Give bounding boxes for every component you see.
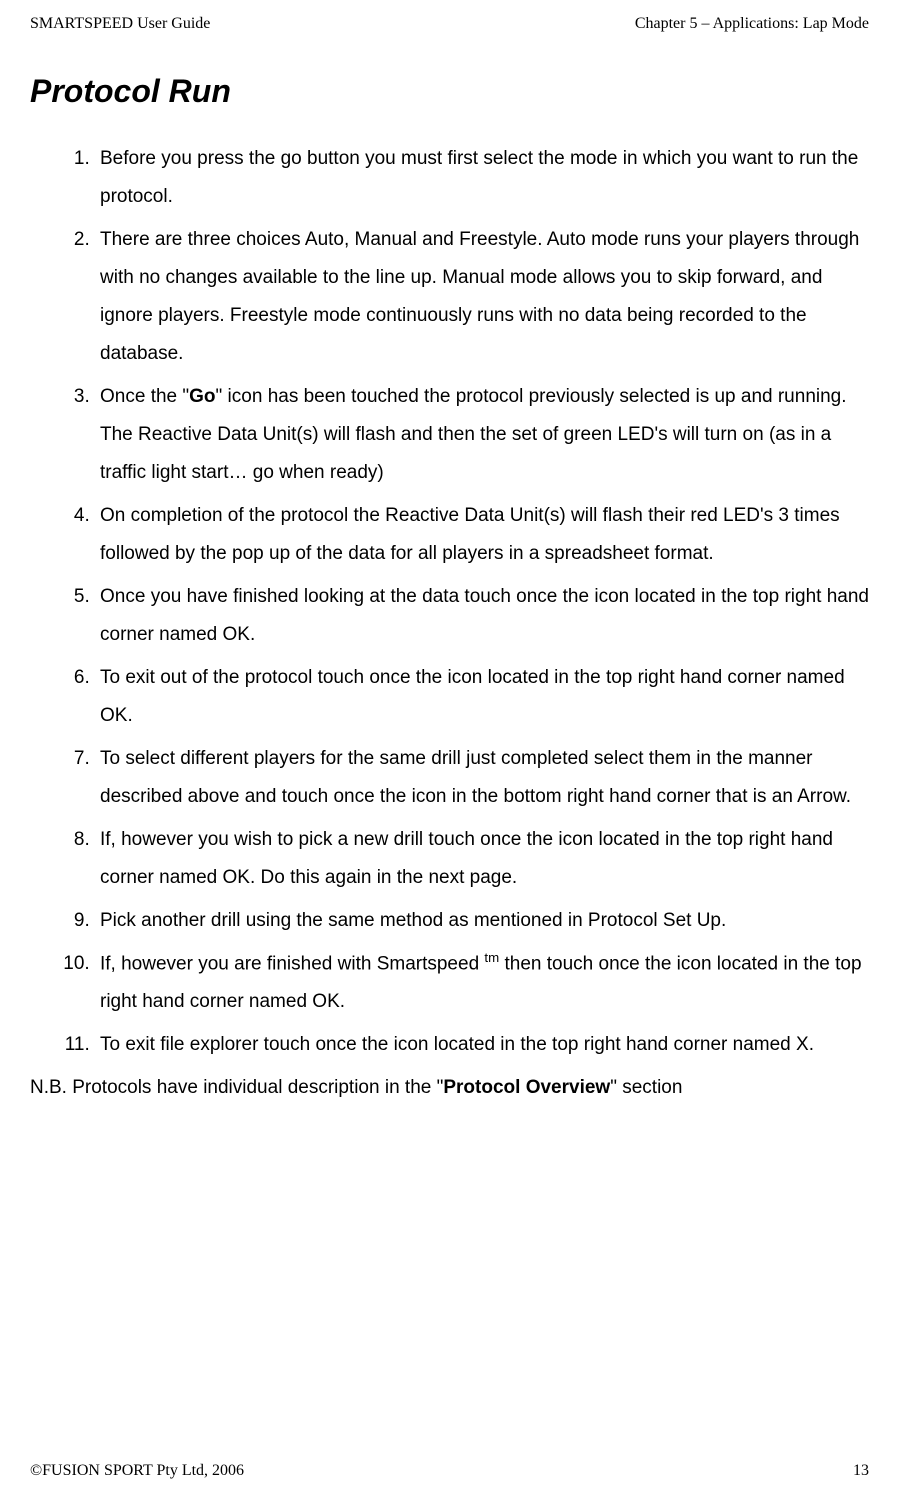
nb-text: N.B. Protocols have individual descripti… bbox=[30, 1069, 869, 1107]
list-item: Once you have finished looking at the da… bbox=[95, 578, 869, 654]
footer-left: ©FUSION SPORT Pty Ltd, 2006 bbox=[30, 1462, 244, 1480]
list-item: To exit file explorer touch once the ico… bbox=[95, 1026, 869, 1064]
page-header: SMARTSPEED User Guide Chapter 5 – Applic… bbox=[30, 15, 869, 33]
list-container: Before you press the go button you must … bbox=[30, 140, 869, 1064]
list-item-text-sup: tm bbox=[484, 950, 499, 965]
list-item: There are three choices Auto, Manual and… bbox=[95, 221, 869, 373]
footer-page-number: 13 bbox=[853, 1462, 869, 1480]
list-item: To select different players for the same… bbox=[95, 740, 869, 816]
page-title: Protocol Run bbox=[30, 73, 869, 110]
list-item: Once the "Go" icon has been touched the … bbox=[95, 378, 869, 492]
list-item-text-pre: Once the " bbox=[100, 386, 189, 407]
page-footer: ©FUSION SPORT Pty Ltd, 2006 13 bbox=[30, 1462, 869, 1480]
header-right: Chapter 5 – Applications: Lap Mode bbox=[635, 15, 869, 33]
list-item: To exit out of the protocol touch once t… bbox=[95, 659, 869, 735]
list-item-text-pre: If, however you are finished with Smarts… bbox=[100, 953, 484, 974]
list-item: If, however you wish to pick a new drill… bbox=[95, 821, 869, 897]
list-item-text-bold: Go bbox=[189, 386, 215, 407]
list-item: If, however you are finished with Smarts… bbox=[95, 945, 869, 1021]
protocol-run-list: Before you press the go button you must … bbox=[65, 140, 869, 1064]
nb-post: " section bbox=[610, 1077, 682, 1098]
nb-bold: Protocol Overview bbox=[443, 1077, 610, 1098]
list-item: Pick another drill using the same method… bbox=[95, 902, 869, 940]
nb-pre: N.B. Protocols have individual descripti… bbox=[30, 1077, 443, 1098]
list-item: Before you press the go button you must … bbox=[95, 140, 869, 216]
header-left: SMARTSPEED User Guide bbox=[30, 15, 210, 33]
list-item: On completion of the protocol the Reacti… bbox=[95, 497, 869, 573]
